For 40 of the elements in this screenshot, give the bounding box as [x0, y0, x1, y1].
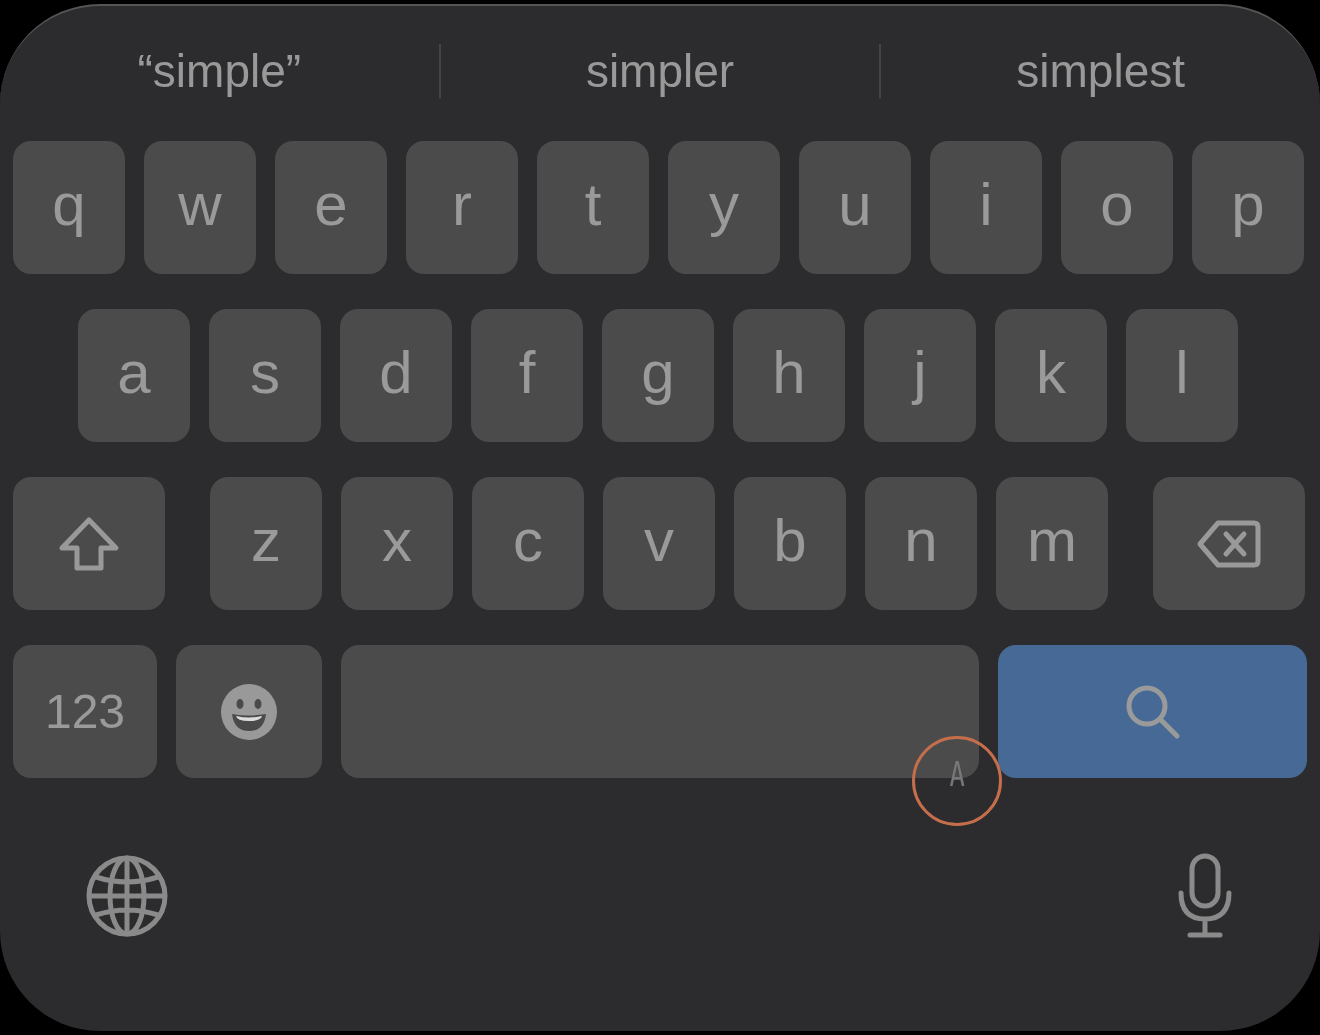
letter-key[interactable]: a	[78, 309, 190, 442]
delete-key[interactable]	[1153, 477, 1305, 610]
letter-key[interactable]: m	[996, 477, 1108, 610]
letter-key[interactable]: j	[864, 309, 976, 442]
letter-key[interactable]: u	[799, 141, 911, 274]
letter-key[interactable]: t	[537, 141, 649, 274]
numbers-key[interactable]: 123	[13, 645, 157, 778]
suggestion[interactable]: simplest	[881, 36, 1320, 106]
letter-key[interactable]: i	[930, 141, 1042, 274]
letter-key[interactable]: p	[1192, 141, 1304, 274]
letter-key[interactable]: h	[733, 309, 845, 442]
letter-key[interactable]: d	[340, 309, 452, 442]
emoji-key[interactable]	[176, 645, 322, 778]
letter-key[interactable]: o	[1061, 141, 1173, 274]
delete-icon	[1196, 518, 1262, 569]
letter-key[interactable]: v	[603, 477, 715, 610]
letter-key[interactable]: n	[865, 477, 977, 610]
letter-key[interactable]: b	[734, 477, 846, 610]
letter-key[interactable]: e	[275, 141, 387, 274]
letter-key[interactable]: k	[995, 309, 1107, 442]
letter-key[interactable]: f	[471, 309, 583, 442]
globe-icon[interactable]	[86, 855, 168, 937]
letter-key[interactable]: g	[602, 309, 714, 442]
letter-key[interactable]: x	[341, 477, 453, 610]
shift-key[interactable]	[13, 477, 165, 610]
suggestion[interactable]: “simple”	[0, 36, 439, 106]
letter-key[interactable]: c	[472, 477, 584, 610]
touch-label: A	[949, 752, 965, 796]
letter-key[interactable]: y	[668, 141, 780, 274]
search-icon	[1124, 683, 1181, 740]
letter-key[interactable]: r	[406, 141, 518, 274]
shift-icon	[58, 515, 120, 572]
letter-key[interactable]: q	[13, 141, 125, 274]
letter-key[interactable]: w	[144, 141, 256, 274]
letter-key[interactable]: z	[210, 477, 322, 610]
letter-key[interactable]: l	[1126, 309, 1238, 442]
suggestion[interactable]: simpler	[440, 36, 880, 106]
microphone-icon[interactable]	[1176, 853, 1234, 939]
letter-key[interactable]: s	[209, 309, 321, 442]
smiley-icon	[220, 682, 278, 741]
